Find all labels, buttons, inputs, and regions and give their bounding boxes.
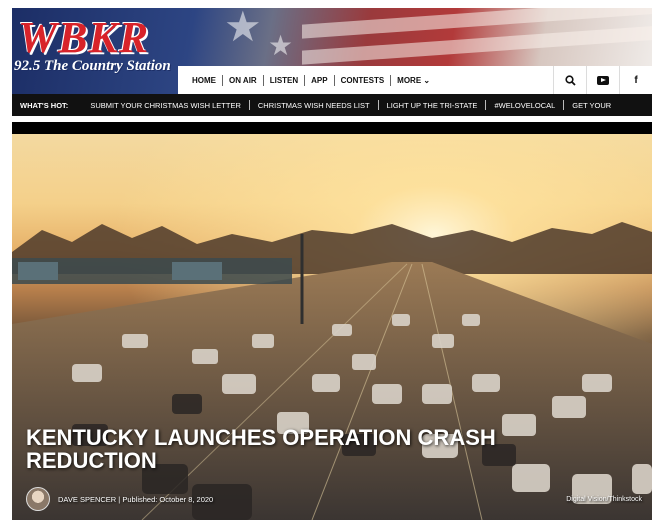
whats-hot-link[interactable]: #WELOVELOCAL <box>486 101 563 110</box>
nav-more-dropdown[interactable]: MORE ⌄ <box>391 76 436 85</box>
byline-text: DAVE SPENCER | Published: October 8, 202… <box>58 494 214 504</box>
main-nav: HOME ON AIR LISTEN APP CONTESTS MORE ⌄ f <box>178 66 652 94</box>
author-avatar[interactable] <box>26 487 50 511</box>
nav-listen[interactable]: LISTEN <box>264 76 304 85</box>
photo-credit: Digital Vision/Thinkstock <box>566 496 642 503</box>
nav-app[interactable]: APP <box>305 76 333 85</box>
nav-contests[interactable]: CONTESTS <box>335 76 391 85</box>
ad-strip <box>12 122 652 134</box>
search-icon[interactable] <box>553 66 586 94</box>
nav-on-air[interactable]: ON AIR <box>223 76 263 85</box>
browser-viewport: ★ ★ WBKR 92.5 The Country Station HOME O… <box>12 8 652 520</box>
whats-hot-link[interactable]: GET YOUR <box>564 101 619 110</box>
site-header: ★ ★ WBKR 92.5 The Country Station HOME O… <box>12 8 652 94</box>
whats-hot-bar: WHAT'S HOT: SUBMIT YOUR CHRISTMAS WISH L… <box>12 94 652 116</box>
article-byline: DAVE SPENCER | Published: October 8, 202… <box>26 487 214 511</box>
whats-hot-link[interactable]: SUBMIT YOUR CHRISTMAS WISH LETTER <box>82 101 249 110</box>
nav-home[interactable]: HOME <box>186 76 222 85</box>
flag-star-icon: ★ <box>268 30 294 61</box>
whats-hot-link[interactable]: LIGHT UP THE TRI-STATE <box>379 101 486 110</box>
facebook-icon[interactable]: f <box>619 66 652 94</box>
youtube-icon[interactable] <box>586 66 619 94</box>
site-tagline: 92.5 The Country Station <box>14 58 171 74</box>
whats-hot-link[interactable]: CHRISTMAS WISH NEEDS LIST <box>250 101 378 110</box>
whats-hot-label: WHAT'S HOT: <box>20 100 69 110</box>
site-logo[interactable]: WBKR <box>18 16 149 60</box>
flag-star-icon: ★ <box>224 8 262 50</box>
article-headline[interactable]: KENTUCKY LAUNCHES OPERATION CRASH REDUCT… <box>26 426 546 472</box>
